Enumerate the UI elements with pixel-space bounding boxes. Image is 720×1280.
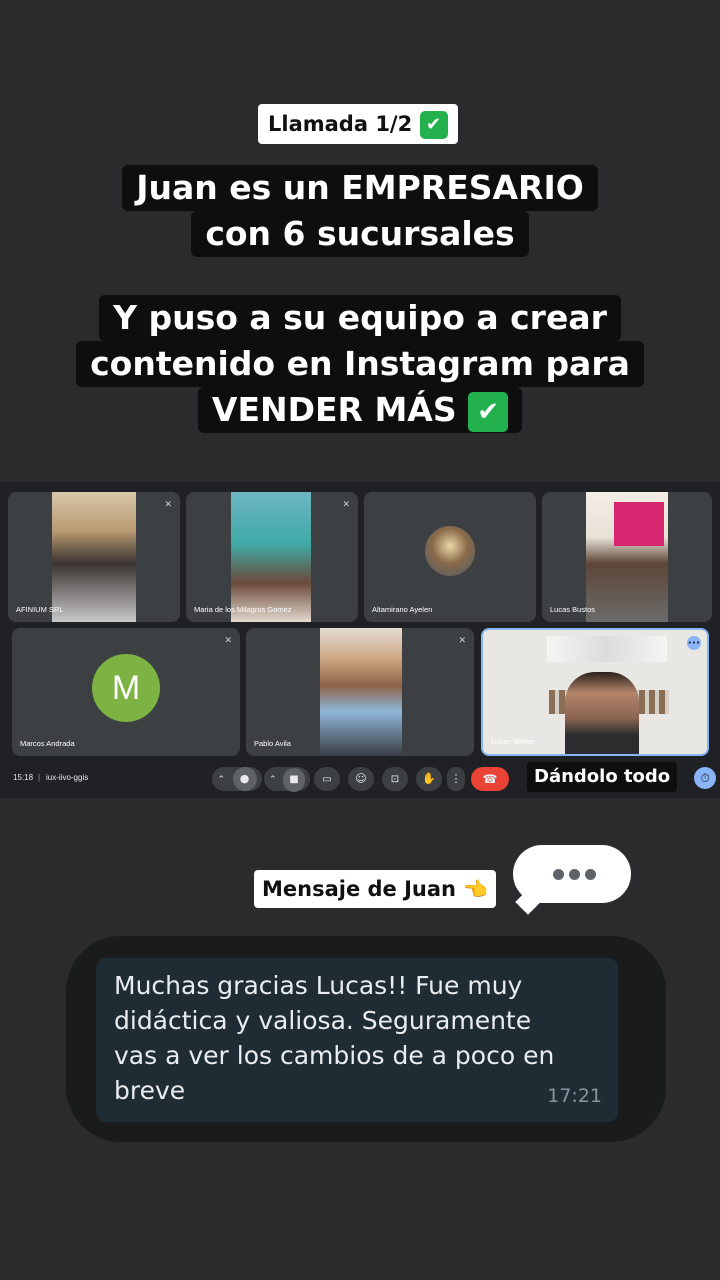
headline-line: Juan es un EMPRESARIO (122, 165, 598, 211)
pointing-hand-icon: 👈 (463, 877, 489, 901)
raise-hand-button[interactable]: ✋ (416, 767, 442, 791)
call-label: Llamada 1/2 ✔ (258, 104, 458, 144)
participant-video (320, 628, 402, 756)
participant-name: Pablo Avila (254, 739, 291, 748)
captions-icon: ▭ (322, 774, 332, 785)
typing-dot (585, 869, 596, 880)
participant-name: Maria de los Milagros Gomez (194, 605, 292, 614)
message-bubble: Muchas gracias Lucas!! Fue muy didáctica… (96, 958, 618, 1122)
participant-tile[interactable]: Lucas Bustos (542, 492, 712, 622)
mic-off-icon: ✕ (458, 636, 466, 646)
more-vert-icon: ⋮ (450, 772, 462, 785)
stream-caption: Dándolo todo (527, 762, 678, 792)
mic-off-icon: ✕ (224, 636, 232, 646)
message-line: didáctica y valiosa. Seguramente (114, 1006, 532, 1035)
mic-button[interactable]: ⌃ ● (212, 767, 262, 791)
meeting-separator: | (38, 773, 41, 782)
participant-tile[interactable]: ✕ Pablo Avila (246, 628, 474, 756)
participant-avatar: M (92, 654, 160, 722)
message-line: Muchas gracias Lucas!! Fue muy (114, 971, 523, 1000)
video-call-window: ✕ AFINIUM SRL ✕ Maria de los Milagros Go… (0, 482, 720, 798)
microphone-icon: ● (232, 767, 257, 791)
message-line: vas a ver los cambios de a poco en (114, 1041, 555, 1070)
headline-line: Y puso a su equipo a crear (99, 295, 621, 341)
participant-tile-speaking[interactable]: ••• Lucas Welter (481, 628, 709, 756)
mic-off-icon: ✕ (164, 500, 172, 510)
message-label: Mensaje de Juan 👈 (254, 870, 497, 908)
activities-icon[interactable]: ⏱ (694, 767, 716, 789)
call-label-text: Llamada 1/2 (268, 112, 413, 136)
camera-icon: ■ (283, 768, 306, 792)
message-time: 17:21 (547, 1085, 602, 1107)
participant-video (547, 636, 667, 662)
meeting-code: iux-iivo-ggis (46, 773, 89, 782)
bubble-tail (515, 889, 541, 915)
audio-indicator-icon: ••• (687, 636, 701, 650)
check-icon: ✔ (468, 391, 509, 432)
emoji-button[interactable]: ☺ (348, 767, 374, 791)
captions-button[interactable]: ▭ (314, 767, 340, 791)
headline: Juan es un EMPRESARIO con 6 sucursales Y… (0, 165, 720, 433)
participant-name: Lucas Welter (491, 737, 535, 746)
end-call-button[interactable]: ☎ (471, 767, 509, 791)
hand-icon: ✋ (422, 772, 436, 785)
headline-line: VENDER MÁS ✔ (197, 387, 523, 433)
participant-video (565, 672, 639, 754)
check-icon: ✔ (419, 111, 448, 139)
headline-line: contenido en Instagram para (76, 341, 644, 387)
participant-name: Marcos Andrada (20, 739, 75, 748)
mic-off-icon: ✕ (342, 500, 350, 510)
message-label-text: Mensaje de Juan (262, 877, 456, 901)
meeting-time: 15:18 (13, 773, 34, 782)
participant-video (231, 492, 311, 622)
present-icon: ⊡ (390, 774, 400, 785)
typing-dot (569, 869, 580, 880)
participant-name: Lucas Bustos (550, 605, 596, 614)
participant-video (52, 492, 136, 622)
headline-line: con 6 sucursales (191, 211, 529, 257)
participant-tile[interactable]: ✕ Maria de los Milagros Gomez (186, 492, 358, 622)
banner-logo (614, 502, 664, 546)
participant-tile[interactable]: Altamirano Ayelen (364, 492, 536, 622)
participant-name: AFINIUM SRL (16, 605, 64, 614)
chevron-up-icon: ⌃ (217, 775, 226, 785)
more-options-button[interactable]: ⋮ (447, 767, 465, 791)
emoji-icon: ☺ (355, 772, 367, 785)
participant-avatar (425, 526, 475, 576)
camera-button[interactable]: ⌃ ■ (264, 767, 310, 792)
participant-tile[interactable]: ✕ AFINIUM SRL (8, 492, 180, 622)
message-line: breve (114, 1076, 186, 1105)
typing-dot (553, 869, 564, 880)
control-bar: 15:18 | iux-iivo-ggis ⌃ ● ⌃ ■ ▭ ☺ ⊡ ✋ ⋮ … (0, 762, 720, 794)
chevron-up-icon: ⌃ (268, 775, 277, 785)
participant-name: Altamirano Ayelen (372, 605, 433, 614)
phone-hangup-icon: ☎ (482, 772, 498, 786)
present-button[interactable]: ⊡ (382, 767, 408, 791)
participant-tile[interactable]: M ✕ Marcos Andrada (12, 628, 240, 756)
typing-bubble-icon (513, 845, 631, 915)
